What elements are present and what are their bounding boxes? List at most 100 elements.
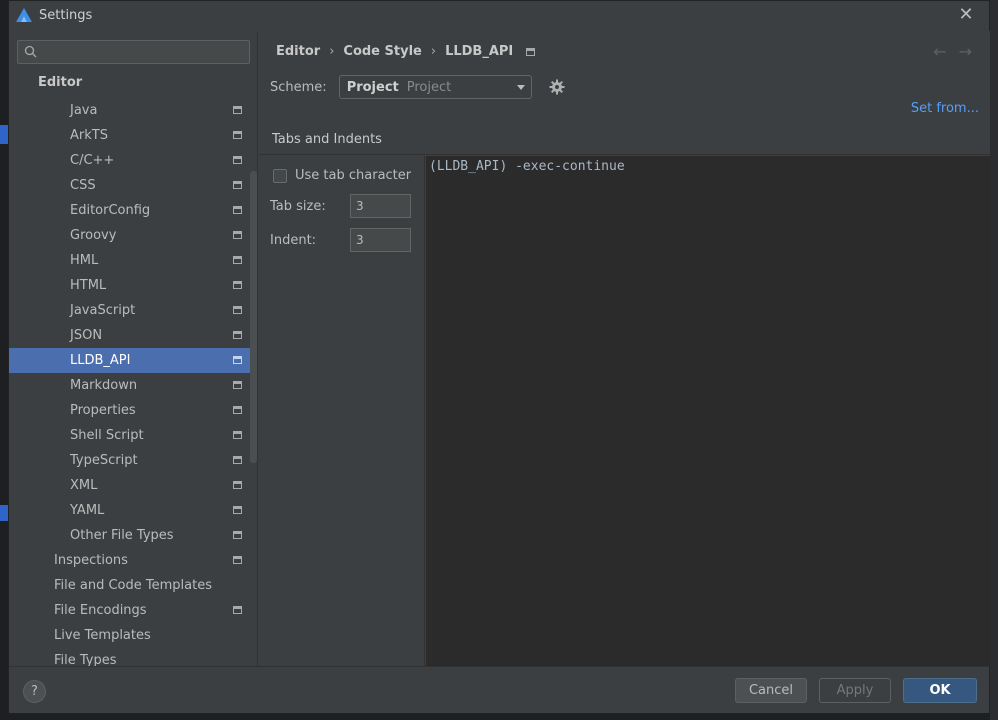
breadcrumb: Editor › Code Style › LLDB_API: [276, 44, 536, 59]
sidebar-item-label: TypeScript: [70, 453, 138, 468]
tab-tabs-and-indents[interactable]: Tabs and Indents: [272, 132, 382, 153]
ok-button[interactable]: OK: [903, 678, 977, 703]
sidebar-item-inspections[interactable]: Inspections: [9, 548, 257, 573]
sidebar-item-json[interactable]: JSON: [9, 323, 257, 348]
tab-size-row: Tab size:: [270, 194, 411, 218]
indent-row: Indent:: [270, 228, 411, 252]
project-scope-icon: [233, 181, 242, 189]
use-tab-character-option[interactable]: Use tab character: [273, 168, 411, 183]
scheme-label: Scheme:: [270, 79, 327, 95]
project-scope-icon: [233, 206, 242, 214]
sidebar-item-label: Inspections: [54, 553, 128, 568]
sidebar-item-java[interactable]: Java: [9, 98, 257, 123]
project-scope-icon: [233, 231, 242, 239]
project-scope-icon: [233, 106, 242, 114]
sidebar-item-label: Java: [70, 103, 98, 118]
sidebar-item-c-c[interactable]: C/C++: [9, 148, 257, 173]
project-scope-icon: [233, 256, 242, 264]
apply-button[interactable]: Apply: [819, 678, 891, 703]
use-tab-character-checkbox[interactable]: [273, 168, 287, 183]
search-input[interactable]: [40, 43, 245, 61]
sidebar-item-label: Properties: [70, 403, 136, 418]
sidebar-item-label: YAML: [70, 503, 105, 518]
project-scope-icon: [233, 281, 242, 289]
project-scope-icon: [233, 406, 242, 414]
sidebar-item-yaml[interactable]: YAML: [9, 498, 257, 523]
sidebar-item-javascript[interactable]: JavaScript: [9, 298, 257, 323]
back-arrow-icon[interactable]: ←: [933, 42, 946, 61]
background-selection: [0, 505, 8, 521]
sidebar-item-label: XML: [70, 478, 98, 493]
scheme-row: Scheme: Project Project: [270, 75, 566, 99]
indent-field[interactable]: [350, 228, 411, 252]
chevron-down-icon: [516, 85, 525, 90]
settings-search[interactable]: [17, 40, 250, 64]
project-scope-icon: [233, 356, 242, 364]
set-from-link[interactable]: Set from...: [911, 101, 979, 116]
tree-section-editor[interactable]: Editor: [38, 75, 82, 90]
sidebar-item-file-and-code-templates[interactable]: File and Code Templates: [9, 573, 257, 598]
breadcrumb-separator: ›: [329, 44, 335, 59]
sidebar-item-markdown[interactable]: Markdown: [9, 373, 257, 398]
sidebar-item-css[interactable]: CSS: [9, 173, 257, 198]
project-scope-icon: [233, 381, 242, 389]
gear-icon[interactable]: [548, 78, 566, 96]
settings-dialog: Settings ✕ Editor Java ArkTS C/C++ CSS Edito…: [8, 0, 990, 713]
code-preview: (LLDB_API) -exec-continue: [426, 156, 990, 666]
help-button[interactable]: ?: [23, 680, 46, 703]
sidebar-item-html[interactable]: HTML: [9, 273, 257, 298]
project-scope-icon: [233, 556, 242, 564]
sidebar-item-label: File and Code Templates: [54, 578, 212, 593]
sidebar-item-file-encodings[interactable]: File Encodings: [9, 598, 257, 623]
project-scope-icon: [233, 156, 242, 164]
sidebar-item-groovy[interactable]: Groovy: [9, 223, 257, 248]
settings-sidebar: Editor Java ArkTS C/C++ CSS EditorConfig Groo…: [9, 31, 258, 666]
sidebar-item-label: CSS: [70, 178, 96, 193]
project-scope-icon: [233, 606, 242, 614]
sidebar-item-shell-script[interactable]: Shell Script: [9, 423, 257, 448]
tab-size-label: Tab size:: [270, 198, 326, 214]
sidebar-item-label: HTML: [70, 278, 107, 293]
scheme-value: Project: [346, 79, 399, 95]
forward-arrow-icon[interactable]: →: [959, 42, 972, 61]
sidebar-item-editorconfig[interactable]: EditorConfig: [9, 198, 257, 223]
scheme-dropdown[interactable]: Project Project: [338, 75, 532, 99]
tab-size-field[interactable]: [350, 194, 411, 218]
sidebar-item-label: File Types: [54, 653, 117, 666]
sidebar-item-label: Other File Types: [70, 528, 174, 543]
sidebar-item-label: LLDB_API: [70, 353, 131, 368]
sidebar-item-other-file-types[interactable]: Other File Types: [9, 523, 257, 548]
sidebar-item-label: Live Templates: [54, 628, 151, 643]
dialog-footer: ? Cancel Apply OK: [9, 666, 989, 713]
breadcrumb-code-style: Code Style: [343, 44, 422, 59]
settings-content: Editor › Code Style › LLDB_API ← → Schem…: [259, 31, 990, 666]
background-window-bottom: [0, 712, 998, 720]
sidebar-item-label: Groovy: [70, 228, 117, 243]
project-scope-icon: [233, 481, 242, 489]
sidebar-item-label: Shell Script: [70, 428, 144, 443]
sidebar-item-file-types[interactable]: File Types: [9, 648, 257, 666]
background-selection: [0, 125, 8, 144]
sidebar-item-typescript[interactable]: TypeScript: [9, 448, 257, 473]
project-scope-icon: [233, 331, 242, 339]
close-icon[interactable]: ✕: [957, 6, 975, 24]
use-tab-character-label: Use tab character: [295, 168, 412, 183]
sidebar-scrollbar[interactable]: [250, 171, 257, 463]
cancel-button[interactable]: Cancel: [735, 678, 807, 703]
sidebar-item-label: JSON: [70, 328, 103, 343]
app-logo-icon: [16, 8, 32, 22]
sidebar-item-properties[interactable]: Properties: [9, 398, 257, 423]
sidebar-item-xml[interactable]: XML: [9, 473, 257, 498]
sidebar-item-lldb-api[interactable]: LLDB_API: [9, 348, 257, 373]
sidebar-item-arkts[interactable]: ArkTS: [9, 123, 257, 148]
scheme-hint: Project: [406, 79, 452, 95]
sidebar-item-label: C/C++: [70, 153, 115, 168]
sidebar-item-hml[interactable]: HML: [9, 248, 257, 273]
sidebar-item-live-templates[interactable]: Live Templates: [9, 623, 257, 648]
breadcrumb-editor: Editor: [276, 44, 321, 59]
preview-code-line: (LLDB_API) -exec-continue: [429, 159, 625, 174]
tab-bar: Tabs and Indents: [259, 127, 990, 155]
project-scope-icon: [233, 456, 242, 464]
project-scope-icon: [233, 131, 242, 139]
project-scope-icon: [233, 431, 242, 439]
